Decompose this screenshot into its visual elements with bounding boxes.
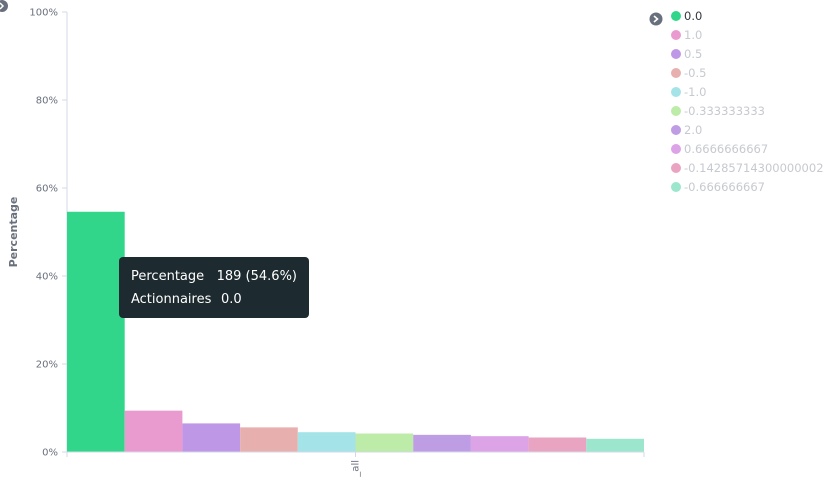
tooltip-key: Percentage — [131, 269, 205, 284]
legend-item[interactable]: 2.0 — [671, 123, 702, 137]
y-tick-label: 100% — [29, 8, 58, 19]
legend-item[interactable]: -0.14285714300000002 — [671, 161, 824, 175]
bar[interactable] — [413, 434, 471, 452]
legend-label: -0.666666667 — [684, 180, 765, 194]
bar-chart: 0% 20% 40% 60% 80% 100% _all Percentage 0.0 1.… — [0, 0, 824, 478]
tooltip-key: Actionnaires — [131, 292, 212, 307]
legend-label: -1.0 — [684, 85, 706, 99]
legend-label: -0.14285714300000002 — [684, 161, 824, 175]
legend-label: 0.0 — [684, 9, 702, 23]
bar[interactable] — [297, 432, 356, 452]
legend-label: -0.5 — [684, 66, 706, 80]
bar[interactable] — [355, 433, 414, 452]
legend-item[interactable]: 1.0 — [671, 28, 702, 42]
legend-item[interactable]: 0.6666666667 — [671, 142, 768, 156]
legend-item[interactable]: -1.0 — [671, 85, 706, 99]
y-tick-label: 80% — [36, 96, 58, 107]
legend-swatch — [671, 30, 681, 40]
legend-item[interactable]: -0.5 — [671, 66, 706, 80]
legend-item[interactable]: 0.0 — [671, 9, 702, 23]
legend-swatch — [671, 68, 681, 78]
bar[interactable] — [470, 436, 529, 452]
legend-swatch — [671, 144, 681, 154]
y-tick-label: 0% — [42, 448, 58, 459]
legend-swatch — [671, 163, 681, 173]
tooltip-row-percentage: Percentage 189 (54.6%) — [131, 265, 297, 288]
legend-swatch — [671, 125, 681, 135]
bar[interactable] — [528, 437, 587, 452]
x-tick-label: _all — [351, 460, 362, 478]
x-axis: _all — [66, 451, 645, 478]
legend-label: -0.333333333 — [684, 104, 765, 118]
legend-label: 0.5 — [684, 47, 702, 61]
legend-swatch — [671, 87, 681, 97]
y-tick-label: 40% — [36, 272, 58, 283]
legend-swatch — [671, 49, 681, 59]
bar[interactable] — [67, 211, 125, 452]
y-tick-label: 20% — [36, 360, 58, 371]
legend-item[interactable]: -0.333333333 — [671, 104, 765, 118]
tooltip: Percentage 189 (54.6%) Actionnaires 0.0 — [119, 257, 309, 318]
y-axis-title: Percentage — [7, 197, 20, 268]
y-tick-label: 60% — [36, 184, 58, 195]
bar[interactable] — [240, 427, 298, 452]
tooltip-row-actionnaires: Actionnaires 0.0 — [131, 288, 297, 311]
y-axis-toggle-icon[interactable] — [0, 0, 8, 12]
legend-label: 0.6666666667 — [684, 142, 768, 156]
legend: 0.0 1.0 0.5 -0.5 -1.0 -0.333333333 2.0 0.666666… — [671, 9, 824, 194]
bar[interactable] — [124, 410, 183, 452]
legend-label: 2.0 — [684, 123, 702, 137]
legend-swatch — [671, 11, 681, 21]
bar[interactable] — [586, 438, 644, 452]
tooltip-value: 0.0 — [221, 292, 242, 307]
legend-swatch — [671, 182, 681, 192]
tooltip-value: 189 (54.6%) — [216, 269, 297, 284]
bar[interactable] — [182, 423, 241, 452]
bars-group — [67, 211, 644, 452]
legend-swatch — [671, 106, 681, 116]
legend-label: 1.0 — [684, 28, 702, 42]
y-axis: 0% 20% 40% 60% 80% 100% — [29, 8, 68, 459]
legend-item[interactable]: -0.666666667 — [671, 180, 765, 194]
legend-toggle-icon[interactable] — [649, 12, 663, 26]
legend-item[interactable]: 0.5 — [671, 47, 702, 61]
